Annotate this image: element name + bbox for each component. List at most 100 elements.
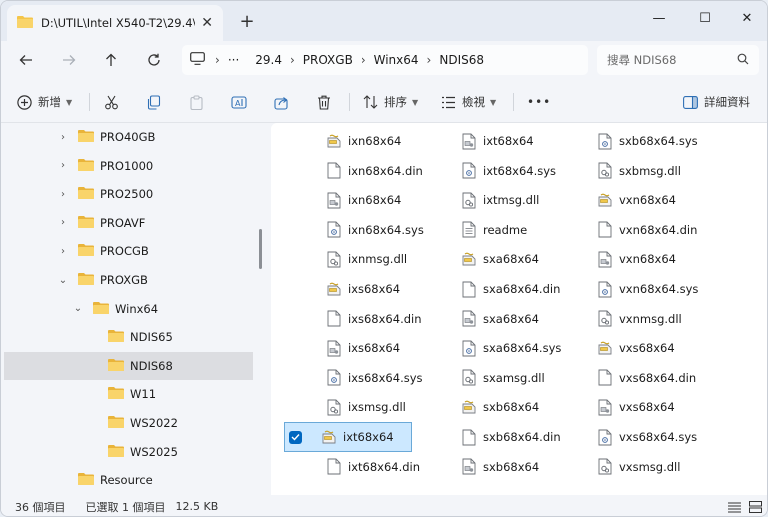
view-button[interactable]: 檢視 ▼ bbox=[441, 89, 496, 115]
up-button[interactable] bbox=[98, 48, 124, 72]
file-item[interactable]: sxbmsg.dll bbox=[597, 157, 681, 185]
tab-current-folder[interactable]: D:\UTIL\Intel X540-T2\29.4\PF ✕ bbox=[7, 5, 223, 41]
file-item[interactable]: vxsmsg.dll bbox=[597, 453, 680, 481]
breadcrumb-item[interactable]: NDIS68 bbox=[439, 53, 484, 67]
forward-button[interactable] bbox=[56, 48, 82, 72]
minimize-button[interactable]: — bbox=[639, 7, 679, 29]
file-item[interactable]: sxb68x64 bbox=[461, 453, 539, 481]
chevron-right-icon[interactable]: › bbox=[56, 189, 70, 200]
file-item[interactable]: ixn68x64.din bbox=[326, 157, 423, 185]
tree-item[interactable]: ⌄ Winx64 bbox=[4, 295, 253, 323]
file-item[interactable]: vxn68x64.din bbox=[597, 216, 697, 244]
chevron-right-icon[interactable]: › bbox=[56, 246, 70, 257]
back-button[interactable] bbox=[13, 48, 39, 72]
breadcrumb-item[interactable]: Winx64 bbox=[374, 53, 419, 67]
new-tab-button[interactable]: + bbox=[237, 11, 257, 32]
file-item[interactable]: ixsmsg.dll bbox=[326, 393, 406, 421]
tree-item[interactable]: › PRO40GB bbox=[4, 123, 253, 151]
chevron-right-icon[interactable]: › bbox=[215, 53, 220, 67]
file-item[interactable]: ixt68x64 bbox=[461, 127, 534, 155]
copy-button[interactable] bbox=[146, 89, 161, 115]
file-item[interactable]: ixtmsg.dll bbox=[461, 186, 539, 214]
chevron-down-icon[interactable]: ⌄ bbox=[71, 303, 85, 314]
file-item[interactable]: vxn68x64 bbox=[597, 245, 676, 273]
breadcrumb-item[interactable]: PROXGB bbox=[303, 53, 353, 67]
tree-item[interactable]: › PROAVF bbox=[4, 209, 253, 237]
tree-item[interactable]: ⌄ PROXGB bbox=[4, 266, 253, 294]
file-item[interactable]: sxa68x64.din bbox=[461, 275, 560, 303]
share-button[interactable] bbox=[274, 89, 289, 115]
tree-item[interactable]: W11 bbox=[4, 380, 253, 408]
close-button[interactable]: ✕ bbox=[727, 7, 767, 29]
tab-close-button[interactable]: ✕ bbox=[201, 15, 213, 31]
details-pane-button[interactable]: 詳細資料 bbox=[683, 89, 750, 115]
tiles-view-button[interactable] bbox=[746, 499, 764, 515]
tree-item[interactable]: › PRO2500 bbox=[4, 180, 253, 208]
file-item[interactable]: sxa68x64 bbox=[461, 245, 539, 273]
sort-button[interactable]: 排序 ▼ bbox=[363, 89, 418, 115]
file-item[interactable]: vxs68x64 bbox=[597, 393, 675, 421]
tree-item[interactable]: › PRO1000 bbox=[4, 152, 253, 180]
chevron-down-icon[interactable]: ⌄ bbox=[56, 275, 70, 286]
file-item[interactable]: ixn68x64 bbox=[326, 127, 401, 155]
tree-item[interactable]: WS2022 bbox=[4, 409, 253, 437]
file-item[interactable]: readme bbox=[461, 216, 527, 244]
cut-button[interactable] bbox=[104, 89, 119, 115]
file-item[interactable]: ixs68x64 bbox=[326, 334, 400, 362]
details-view-button[interactable] bbox=[725, 499, 743, 515]
nav-pane-scrollbar[interactable] bbox=[259, 229, 262, 269]
chevron-right-icon[interactable]: › bbox=[56, 217, 70, 228]
folder-icon bbox=[108, 444, 124, 460]
file-item[interactable]: sxamsg.dll bbox=[461, 364, 545, 392]
more-options-button[interactable]: ••• bbox=[527, 89, 551, 115]
file-item[interactable]: vxs68x64.sys bbox=[597, 423, 697, 451]
chevron-right-icon[interactable]: › bbox=[361, 53, 366, 67]
address-bar[interactable]: › ··· 29.4 › PROXGB › Winx64 › NDIS68 bbox=[182, 45, 588, 75]
chevron-down-icon: ▼ bbox=[66, 97, 73, 107]
maximize-button[interactable]: ☐ bbox=[685, 7, 725, 29]
tree-item[interactable]: WS2025 bbox=[4, 438, 253, 466]
refresh-button[interactable] bbox=[141, 48, 167, 72]
tree-item[interactable]: › PROCGB bbox=[4, 237, 253, 265]
breadcrumb-item[interactable]: 29.4 bbox=[255, 53, 282, 67]
file-item[interactable]: vxs68x64.din bbox=[597, 364, 696, 392]
tree-item[interactable]: NDIS65 bbox=[4, 323, 253, 351]
file-item[interactable]: sxb68x64.din bbox=[461, 423, 561, 451]
chevron-right-icon[interactable]: › bbox=[56, 132, 70, 143]
file-name: vxs68x64 bbox=[619, 341, 675, 356]
file-item[interactable]: ixn68x64.sys bbox=[326, 216, 424, 244]
file-item[interactable]: vxn68x64 bbox=[597, 186, 676, 214]
file-item[interactable]: ixs68x64 bbox=[326, 275, 400, 303]
folder-icon bbox=[78, 129, 94, 145]
file-item[interactable]: vxnmsg.dll bbox=[597, 305, 682, 333]
file-item[interactable]: ixnmsg.dll bbox=[326, 245, 407, 273]
breadcrumb-overflow[interactable]: ··· bbox=[228, 53, 239, 67]
file-item[interactable]: sxb68x64 bbox=[461, 393, 539, 421]
search-icon[interactable] bbox=[737, 53, 749, 68]
file-item[interactable]: sxa68x64.sys bbox=[461, 334, 561, 362]
chevron-right-icon[interactable]: › bbox=[427, 53, 432, 67]
file-item[interactable]: vxs68x64 bbox=[597, 334, 675, 362]
chevron-right-icon[interactable]: › bbox=[290, 53, 295, 67]
checkbox-checked-icon[interactable] bbox=[289, 430, 302, 444]
delete-button[interactable] bbox=[317, 89, 331, 115]
file-item[interactable]: ixn68x64 bbox=[326, 186, 401, 214]
file-item[interactable]: ixt68x64.sys bbox=[461, 157, 556, 185]
file-item[interactable]: ixs68x64.sys bbox=[326, 364, 423, 392]
file-item[interactable]: sxb68x64.sys bbox=[597, 127, 698, 155]
search-box[interactable] bbox=[597, 45, 759, 75]
chevron-right-icon[interactable]: › bbox=[56, 160, 70, 171]
file-item[interactable]: vxn68x64.sys bbox=[597, 275, 698, 303]
paste-button[interactable] bbox=[189, 89, 204, 115]
file-item[interactable]: ixt68x64 bbox=[284, 422, 412, 452]
tree-item-label: PRO2500 bbox=[100, 187, 154, 202]
rename-button[interactable]: A bbox=[231, 89, 247, 115]
search-input[interactable] bbox=[607, 53, 737, 67]
file-name: ixn68x64 bbox=[348, 134, 402, 148]
file-item[interactable]: ixs68x64.din bbox=[326, 305, 422, 333]
file-item[interactable]: sxa68x64 bbox=[461, 305, 539, 333]
file-item[interactable]: ixt68x64.din bbox=[326, 453, 420, 481]
tree-item[interactable]: Resource bbox=[4, 466, 253, 494]
tree-item[interactable]: NDIS68 bbox=[4, 351, 253, 380]
new-button[interactable]: 新增 ▼ bbox=[17, 89, 72, 115]
